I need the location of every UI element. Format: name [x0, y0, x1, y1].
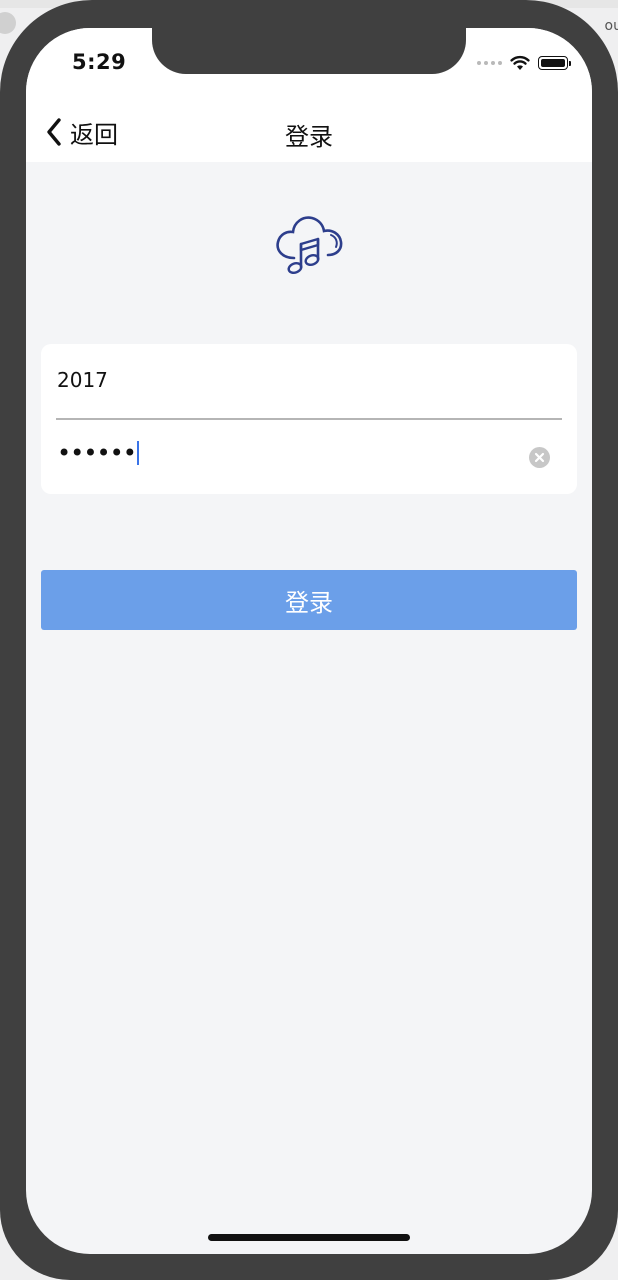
desktop-background: ou 5:29 返回 登录 2017 •••••• 登录: [0, 0, 618, 1280]
text-cursor: [136, 441, 139, 465]
password-value: ••••••: [57, 439, 137, 467]
signal-icon: [477, 61, 502, 65]
status-time: 5:29: [72, 50, 127, 74]
navigation-bar: 返回 登录: [26, 102, 592, 162]
password-input[interactable]: ••••••: [57, 439, 139, 467]
username-input[interactable]: 2017: [57, 368, 108, 392]
notch: [152, 28, 466, 74]
login-form-card: 2017 ••••••: [41, 344, 577, 494]
status-bar: 5:29: [26, 28, 592, 102]
cloud-music-icon: [276, 216, 343, 274]
background-window-text: ou: [604, 18, 618, 34]
battery-icon: [538, 56, 571, 70]
input-divider: [56, 418, 562, 420]
status-icons: [477, 54, 571, 72]
clear-password-button[interactable]: [529, 447, 550, 468]
clear-icon: [534, 452, 545, 463]
phone-screen: 5:29 返回 登录 2017 •••••• 登录: [26, 28, 592, 1254]
phone-frame: 5:29 返回 登录 2017 •••••• 登录: [0, 0, 618, 1280]
login-button-label: 登录: [285, 588, 333, 617]
page-title: 登录: [285, 123, 333, 151]
home-indicator[interactable]: [208, 1234, 410, 1241]
background-window-button: [0, 12, 16, 34]
wifi-icon: [510, 55, 530, 70]
login-button[interactable]: 登录: [41, 570, 577, 630]
